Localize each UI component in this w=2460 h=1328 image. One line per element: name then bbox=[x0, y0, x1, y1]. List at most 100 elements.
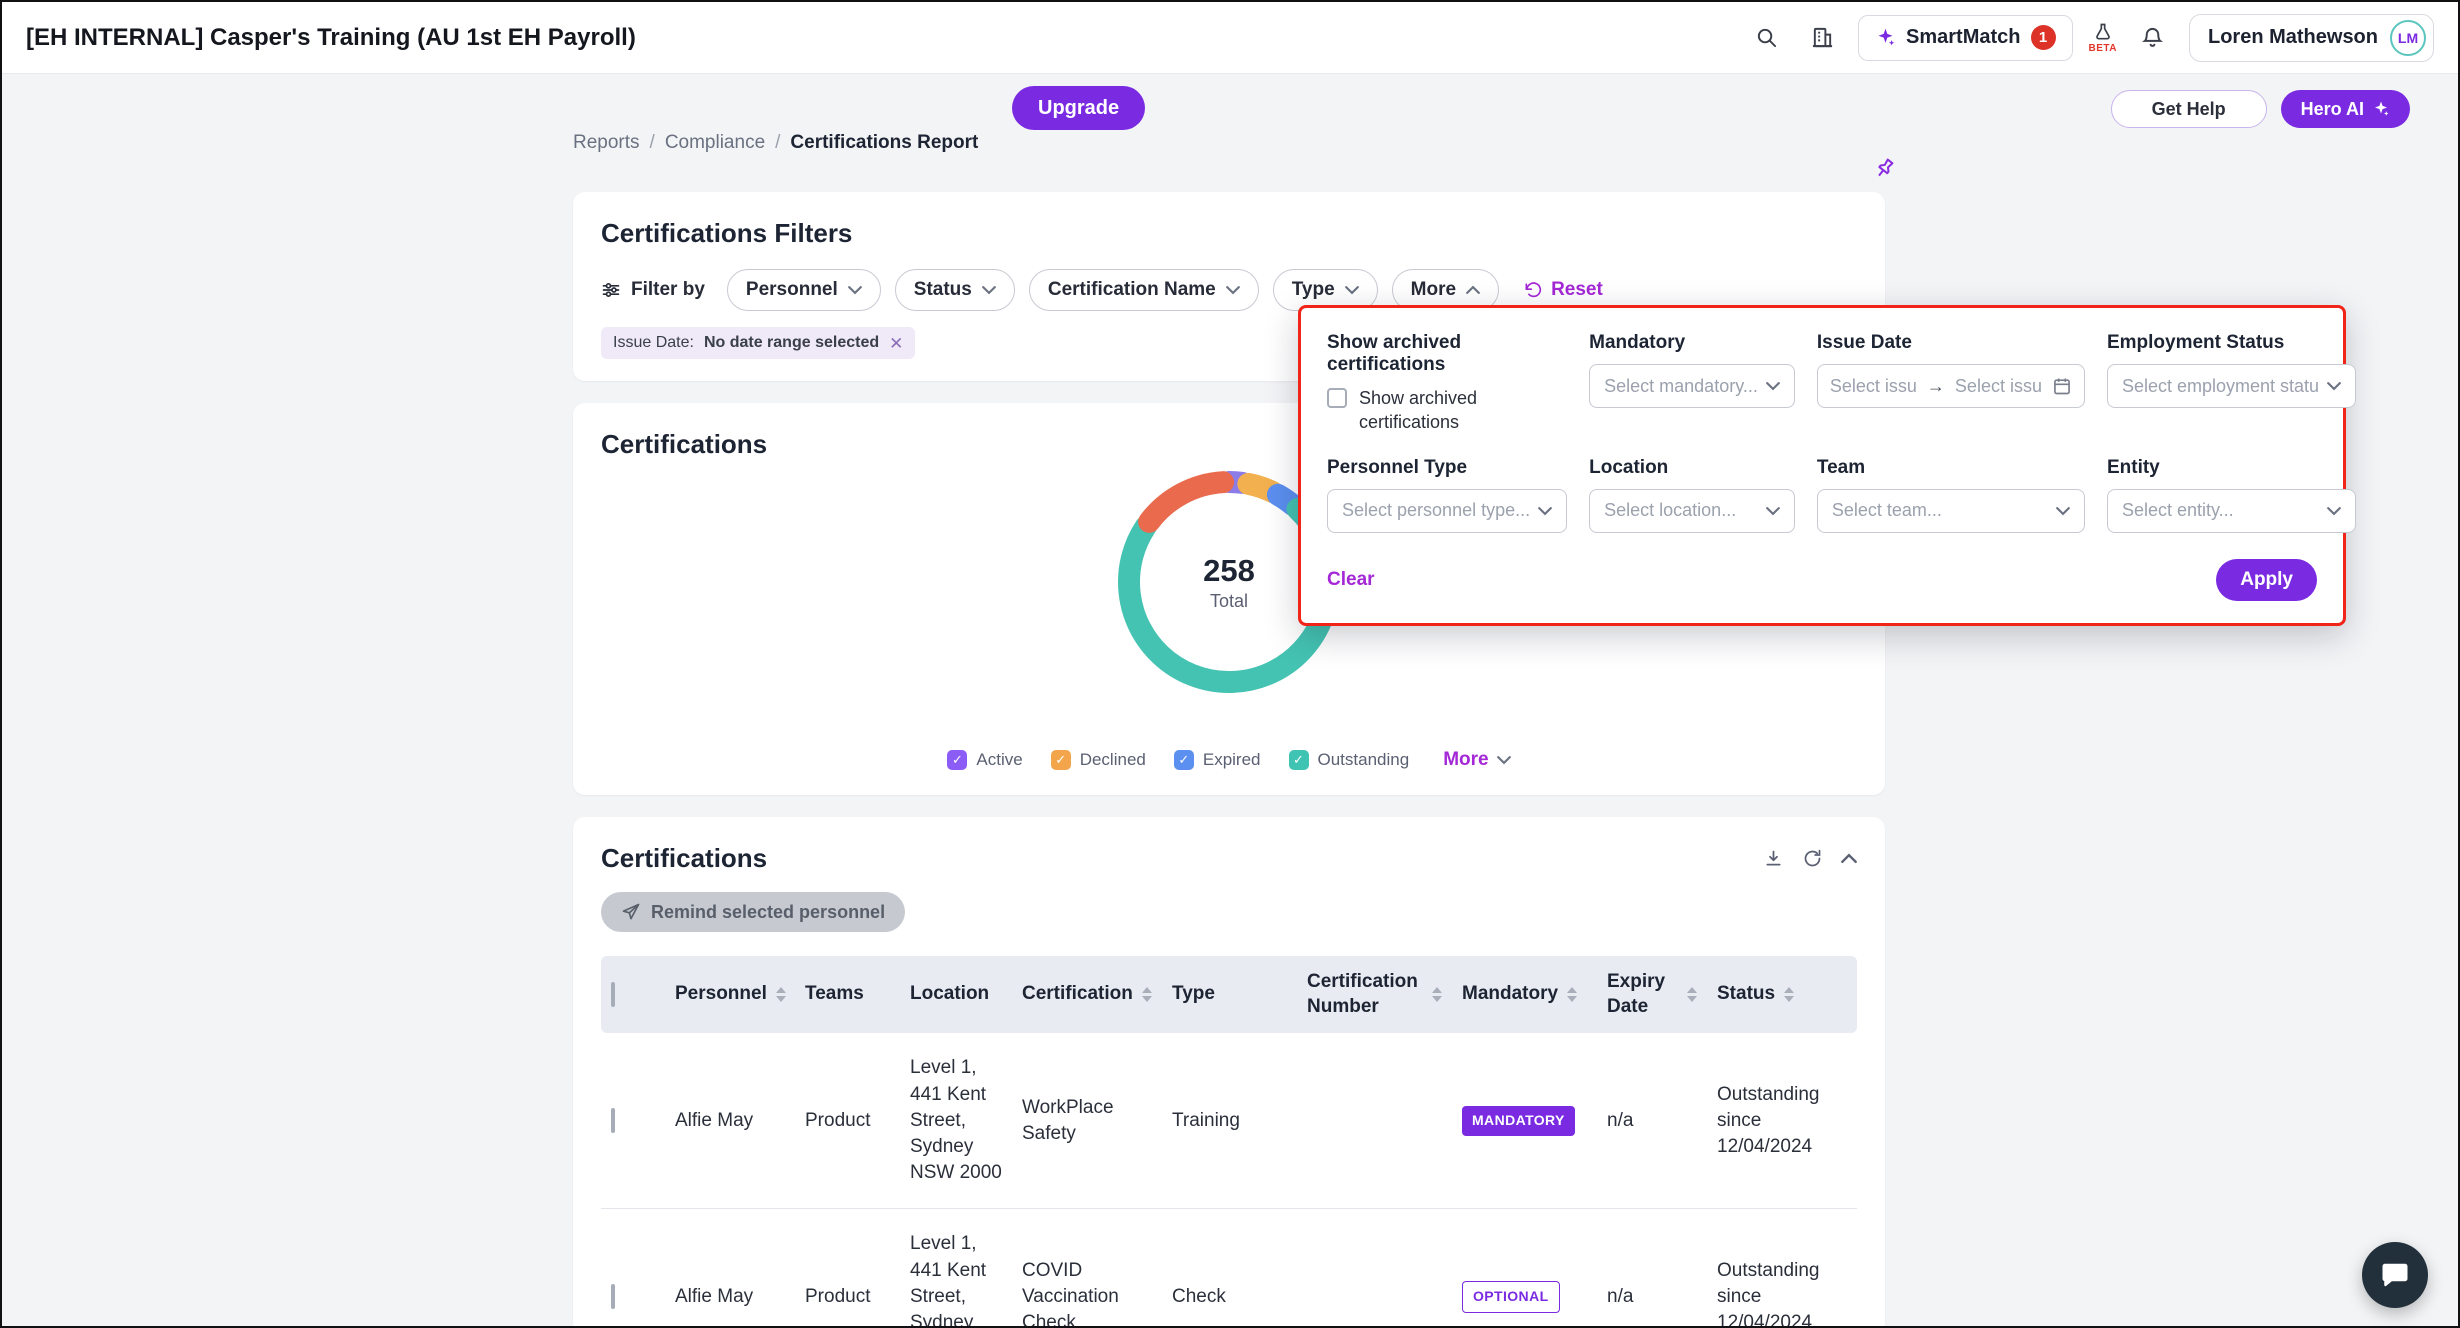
breadcrumb-compliance[interactable]: Compliance bbox=[665, 132, 765, 154]
show-archived-checkbox[interactable] bbox=[1327, 388, 1347, 408]
cell-expiry-date: n/a bbox=[1597, 1209, 1707, 1328]
download-button[interactable] bbox=[1763, 848, 1784, 869]
chip-close-icon[interactable]: ✕ bbox=[889, 335, 903, 352]
calendar-icon bbox=[2052, 376, 2072, 396]
smartmatch-badge: 1 bbox=[2031, 25, 2056, 50]
checkbox-checked-icon[interactable]: ✓ bbox=[947, 750, 967, 770]
cell-certification-number bbox=[1297, 1209, 1452, 1328]
upgrade-button[interactable]: Upgrade bbox=[1012, 86, 1145, 130]
user-menu-button[interactable]: Loren Mathewson LM bbox=[2189, 14, 2434, 62]
organisation-button[interactable] bbox=[1802, 18, 1842, 58]
top-actions: Get Help Hero AI bbox=[2111, 90, 2410, 128]
refresh-icon bbox=[1802, 848, 1823, 869]
smartmatch-button[interactable]: SmartMatch 1 bbox=[1858, 15, 2072, 61]
breadcrumb-separator: / bbox=[775, 132, 780, 154]
column-certification[interactable]: Certification bbox=[1012, 956, 1162, 1033]
apply-filters-button[interactable]: Apply bbox=[2216, 559, 2317, 601]
cell-type: Check bbox=[1162, 1209, 1297, 1328]
field-team: Team Select team... bbox=[1817, 457, 2085, 533]
reset-icon bbox=[1523, 280, 1543, 300]
issue-date-range-input[interactable]: Select issu → Select issu bbox=[1817, 364, 2085, 408]
chevron-down-icon bbox=[1226, 285, 1240, 295]
issue-date-from-input[interactable]: Select issu bbox=[1830, 376, 1917, 397]
beta-tag: BETA bbox=[2089, 43, 2117, 54]
column-location: Location bbox=[900, 956, 1012, 1033]
search-button[interactable] bbox=[1746, 18, 1786, 58]
arrow-right-icon: → bbox=[1927, 376, 1945, 397]
field-employment-status: Employment Status Select employment stat… bbox=[2107, 332, 2356, 435]
sort-icon[interactable] bbox=[776, 987, 786, 1002]
chart-legend: ✓ Active ✓ Declined ✓ Expired ✓ Outstand… bbox=[573, 749, 1885, 771]
legend-item-expired[interactable]: ✓ Expired bbox=[1174, 750, 1261, 770]
filter-personnel-button[interactable]: Personnel bbox=[727, 269, 881, 311]
hero-ai-button[interactable]: Hero AI bbox=[2281, 90, 2410, 128]
checkbox-checked-icon[interactable]: ✓ bbox=[1174, 750, 1194, 770]
chevron-down-icon bbox=[1497, 755, 1511, 765]
column-mandatory[interactable]: Mandatory bbox=[1452, 956, 1597, 1033]
chat-widget-button[interactable] bbox=[2362, 1242, 2428, 1308]
team-select[interactable]: Select team... bbox=[1817, 489, 2085, 533]
column-status[interactable]: Status bbox=[1707, 956, 1857, 1033]
cell-location: Level 1, 441 Kent Street, Sydney NSW 200… bbox=[900, 1033, 1012, 1209]
sort-icon[interactable] bbox=[1784, 987, 1794, 1002]
employment-status-select[interactable]: Select employment statu bbox=[2107, 364, 2356, 408]
field-entity: Entity Select entity... bbox=[2107, 457, 2356, 533]
filter-certification-name-button[interactable]: Certification Name bbox=[1029, 269, 1259, 311]
hero-ai-label: Hero AI bbox=[2301, 99, 2364, 120]
sort-icon[interactable] bbox=[1142, 987, 1152, 1002]
checkbox-checked-icon[interactable]: ✓ bbox=[1051, 750, 1071, 770]
filter-by-label: Filter by bbox=[601, 279, 705, 301]
legend-more-button[interactable]: More bbox=[1443, 749, 1510, 771]
location-select[interactable]: Select location... bbox=[1589, 489, 1795, 533]
sort-icon[interactable] bbox=[1432, 987, 1442, 1002]
cell-status: Outstanding since 12/04/2024 bbox=[1707, 1209, 1857, 1328]
beta-feature-button[interactable]: BETA bbox=[2089, 22, 2117, 54]
cell-mandatory: MANDATORY bbox=[1452, 1033, 1597, 1209]
select-all-checkbox[interactable] bbox=[611, 982, 615, 1007]
row-checkbox[interactable] bbox=[611, 1108, 615, 1133]
chevron-down-icon bbox=[2327, 506, 2341, 516]
field-mandatory: Mandatory Select mandatory... bbox=[1589, 332, 1795, 435]
breadcrumb-separator: / bbox=[650, 132, 655, 154]
notifications-button[interactable] bbox=[2133, 18, 2173, 58]
field-personnel-type: Personnel Type Select personnel type... bbox=[1327, 457, 1567, 533]
legend-item-active[interactable]: ✓ Active bbox=[947, 750, 1022, 770]
cell-certification: COVID Vaccination Check bbox=[1012, 1209, 1162, 1328]
beta-flask-icon bbox=[2093, 22, 2113, 42]
legend-item-outstanding[interactable]: ✓ Outstanding bbox=[1289, 750, 1410, 770]
chat-bubble-icon bbox=[2380, 1260, 2410, 1290]
refresh-button[interactable] bbox=[1802, 848, 1823, 869]
column-certification-number[interactable]: Certification Number bbox=[1297, 956, 1452, 1033]
table-card-title: Certifications bbox=[601, 843, 767, 874]
chevron-down-icon bbox=[982, 285, 996, 295]
issue-date-chip-label: Issue Date: bbox=[613, 334, 694, 352]
cell-expiry-date: n/a bbox=[1597, 1033, 1707, 1209]
chevron-down-icon bbox=[1345, 285, 1359, 295]
column-expiry-date[interactable]: Expiry Date bbox=[1597, 956, 1707, 1033]
sort-icon[interactable] bbox=[1567, 987, 1577, 1002]
personnel-type-select[interactable]: Select personnel type... bbox=[1327, 489, 1567, 533]
reset-filters-button[interactable]: Reset bbox=[1523, 279, 1603, 301]
page-title: [EH INTERNAL] Casper's Training (AU 1st … bbox=[26, 24, 636, 52]
remind-selected-personnel-button[interactable]: Remind selected personnel bbox=[601, 892, 905, 932]
collapse-button[interactable] bbox=[1841, 853, 1857, 864]
breadcrumb-reports[interactable]: Reports bbox=[573, 132, 640, 154]
mandatory-select[interactable]: Select mandatory... bbox=[1589, 364, 1795, 408]
issue-date-to-input[interactable]: Select issu bbox=[1955, 376, 2042, 397]
pin-icon[interactable] bbox=[1865, 152, 1902, 190]
checkbox-checked-icon[interactable]: ✓ bbox=[1289, 750, 1309, 770]
get-help-button[interactable]: Get Help bbox=[2111, 90, 2267, 128]
sort-icon[interactable] bbox=[1687, 987, 1697, 1002]
filter-status-button[interactable]: Status bbox=[895, 269, 1015, 311]
sparkle-icon bbox=[1875, 27, 1896, 48]
row-checkbox[interactable] bbox=[611, 1284, 615, 1309]
table-header: Personnel Teams Location Certification T… bbox=[601, 956, 1857, 1033]
chevron-up-icon bbox=[1466, 285, 1480, 295]
entity-select[interactable]: Select entity... bbox=[2107, 489, 2356, 533]
clear-filters-button[interactable]: Clear bbox=[1327, 569, 1375, 591]
legend-item-declined[interactable]: ✓ Declined bbox=[1051, 750, 1146, 770]
bell-icon bbox=[2141, 26, 2164, 49]
column-personnel[interactable]: Personnel bbox=[665, 956, 795, 1033]
cell-teams: Product bbox=[795, 1033, 900, 1209]
sparkle-icon bbox=[2372, 100, 2390, 118]
